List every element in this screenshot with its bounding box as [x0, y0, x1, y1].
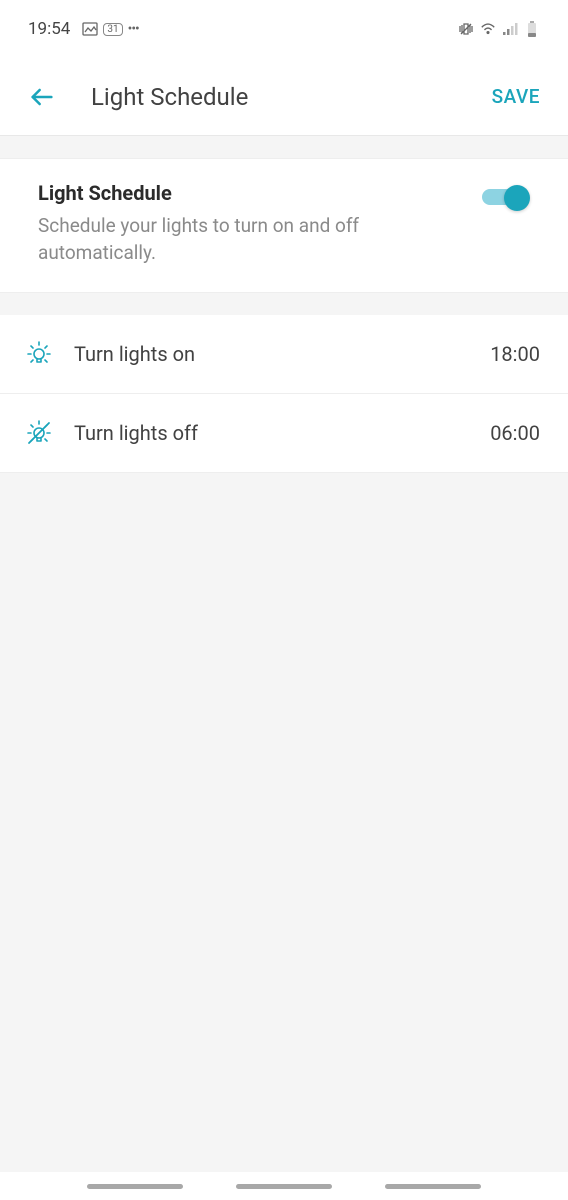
- turn-on-label: Turn lights on: [74, 342, 490, 366]
- vibrate-icon: [458, 21, 474, 37]
- turn-lights-on-row[interactable]: Turn lights on 18:00: [0, 315, 568, 394]
- turn-on-time: 18:00: [490, 342, 540, 366]
- more-icon: •••: [128, 21, 139, 37]
- save-button[interactable]: SAVE: [492, 85, 540, 108]
- status-badge: 31: [103, 23, 122, 36]
- card-title: Light Schedule: [38, 181, 462, 205]
- status-left: 19:54 31 •••: [28, 19, 139, 39]
- status-bar: 19:54 31 •••: [0, 0, 568, 58]
- back-button[interactable]: [28, 83, 56, 111]
- schedule-toggle-section: Light Schedule Schedule your lights to t…: [0, 158, 568, 293]
- lightbulb-on-icon: [22, 337, 56, 371]
- nav-handle-home[interactable]: [236, 1184, 332, 1189]
- app-bar: Light Schedule SAVE: [0, 58, 568, 136]
- gesture-nav-bar: [0, 1172, 568, 1200]
- battery-icon: [524, 21, 540, 37]
- content-gap: [0, 136, 568, 158]
- status-time: 19:54: [28, 19, 70, 39]
- nav-handle-recents[interactable]: [87, 1184, 183, 1189]
- nav-handle-back[interactable]: [385, 1184, 481, 1189]
- image-icon: [82, 21, 98, 37]
- wifi-icon: [480, 21, 496, 37]
- toggle-thumb: [504, 185, 530, 211]
- lightbulb-off-icon: [22, 416, 56, 450]
- page-title: Light Schedule: [91, 83, 492, 111]
- turn-off-time: 06:00: [490, 421, 540, 445]
- signal-icon: [502, 21, 518, 37]
- schedule-toggle[interactable]: [482, 185, 530, 209]
- turn-off-label: Turn lights off: [74, 421, 490, 445]
- card-text-block: Light Schedule Schedule your lights to t…: [38, 181, 482, 266]
- turn-lights-off-row[interactable]: Turn lights off 06:00: [0, 394, 568, 473]
- status-right: [458, 21, 540, 37]
- card-description: Schedule your lights to turn on and off …: [38, 213, 462, 266]
- content-gap: [0, 293, 568, 315]
- card-header-row: Light Schedule Schedule your lights to t…: [38, 181, 530, 266]
- status-icons-left: 31 •••: [82, 21, 138, 37]
- arrow-left-icon: [28, 83, 56, 111]
